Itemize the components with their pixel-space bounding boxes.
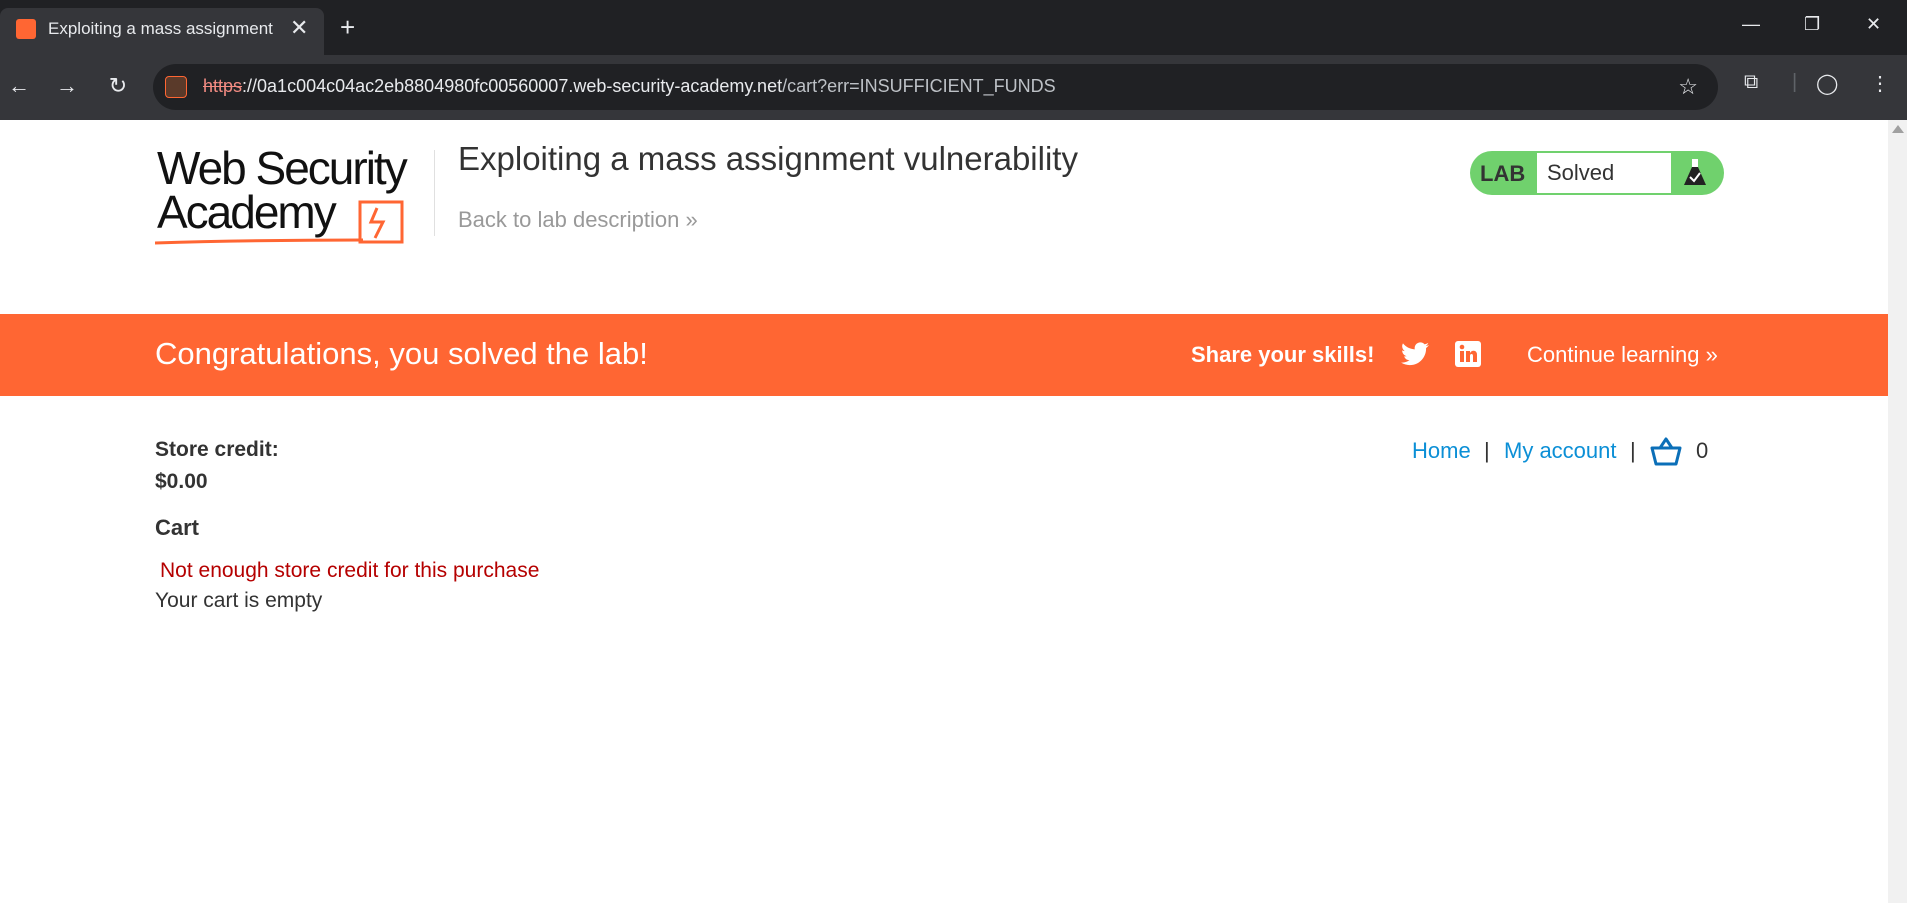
favicon-icon — [16, 19, 36, 39]
scrollbar[interactable] — [1888, 120, 1907, 903]
twitter-icon[interactable] — [1401, 341, 1429, 367]
flask-icon — [1684, 159, 1706, 185]
error-message: Not enough store credit for this purchas… — [160, 559, 540, 582]
url-protocol: https — [203, 76, 243, 96]
lab-label: LAB — [1480, 161, 1526, 186]
scroll-up-icon[interactable] — [1892, 125, 1904, 133]
cart-heading: Cart — [155, 515, 200, 540]
share-label: Share your skills! — [1191, 342, 1375, 367]
nav-separator: | — [1630, 438, 1636, 463]
site-info-icon[interactable] — [165, 76, 187, 98]
forward-icon[interactable]: → — [52, 71, 82, 101]
my-account-link[interactable]: My account — [1504, 438, 1617, 464]
browser-toolbar: ← → ↻ https://0a1c004c04ac2eb8804980fc00… — [0, 55, 1907, 120]
continue-learning-label: Continue learning — [1527, 342, 1700, 367]
academy-logo[interactable]: Web Security Academy — [155, 146, 431, 246]
basket-icon[interactable] — [1650, 436, 1682, 466]
lab-title: Exploiting a mass assignment vulnerabili… — [458, 140, 1078, 177]
reload-icon[interactable]: ↻ — [103, 71, 133, 101]
lab-status-box: Solved — [1537, 153, 1671, 193]
nav-separator: | — [1484, 438, 1490, 463]
url-host: ://0a1c004c04ac2eb8804980fc00560007.web-… — [242, 76, 783, 96]
tab-title: Exploiting a mass assignment vulnerabili… — [48, 19, 276, 38]
linkedin-icon[interactable] — [1455, 341, 1481, 367]
profile-icon[interactable]: ◯ — [1816, 71, 1838, 96]
store-credit-label: Store credit: — [155, 438, 279, 461]
menu-icon[interactable]: ⋮ — [1870, 71, 1890, 96]
browser-tabbar: Exploiting a mass assignment vulnerabili… — [0, 0, 1907, 55]
solved-banner: Congratulations, you solved the lab! Sha… — [0, 314, 1888, 396]
url-path: /cart?err=INSUFFICIENT_FUNDS — [782, 76, 1056, 96]
svg-text:Academy: Academy — [157, 186, 337, 238]
star-icon[interactable]: ☆ — [1678, 74, 1698, 100]
browser-tab[interactable]: Exploiting a mass assignment vulnerabili… — [0, 8, 324, 55]
search-tabs-icon[interactable]: ⧉ — [1744, 71, 1758, 94]
chevron-right-icon: » — [1705, 342, 1718, 367]
back-icon[interactable]: ← — [4, 71, 34, 101]
plus-icon[interactable]: + — [340, 12, 355, 42]
chevron-right-icon: » — [685, 207, 698, 232]
cart-empty-message: Your cart is empty — [155, 589, 323, 612]
address-bar[interactable]: https://0a1c004c04ac2eb8804980fc00560007… — [153, 64, 1718, 110]
close-icon[interactable]: ✕ — [290, 16, 308, 40]
store-credit-value: $0.00 — [155, 470, 208, 493]
my-account-label: My account — [1504, 438, 1617, 463]
toolbar-divider: | — [1792, 71, 1798, 93]
continue-learning-link[interactable]: Continue learning » — [1527, 342, 1718, 368]
logo-divider — [434, 150, 435, 236]
home-label: Home — [1412, 438, 1471, 463]
congrats-message: Congratulations, you solved the lab! — [155, 336, 648, 371]
back-link-label: Back to lab description — [458, 207, 680, 232]
cart-count: 0 — [1696, 438, 1709, 463]
lab-status-badge: LAB Solved — [1470, 151, 1724, 195]
url-text: https://0a1c004c04ac2eb8804980fc00560007… — [203, 76, 1056, 97]
lab-status-text: Solved — [1547, 160, 1615, 185]
back-to-lab-link[interactable]: Back to lab description » — [458, 207, 698, 233]
home-link[interactable]: Home — [1412, 438, 1471, 464]
minimize-icon[interactable]: — — [1742, 14, 1760, 35]
window-close-icon[interactable]: ✕ — [1866, 14, 1881, 35]
restore-icon[interactable]: ❐ — [1804, 14, 1820, 35]
